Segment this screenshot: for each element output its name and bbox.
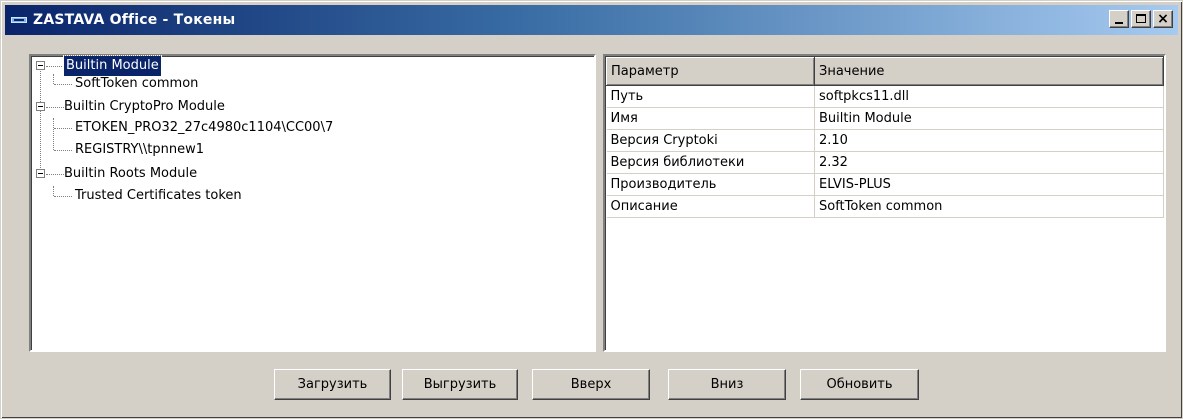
close-button[interactable]: ×	[1153, 10, 1173, 28]
tree-item-label: Builtin CryptoPro Module	[64, 99, 225, 114]
minimize-icon	[1115, 22, 1123, 24]
table-row[interactable]: Описание SoftToken common	[606, 195, 1164, 218]
param-cell: Описание	[606, 195, 815, 218]
tree-item-label: ETOKEN_PRO32_27c4980c1104\CC00\7	[75, 120, 334, 135]
param-cell: Имя	[606, 107, 815, 130]
window-title: ZASTAVA Office - Токены	[33, 12, 236, 28]
window-controls: ×	[1107, 10, 1173, 28]
collapse-icon[interactable]	[36, 169, 45, 178]
unload-button[interactable]: Выгрузить	[402, 369, 518, 400]
table-row[interactable]: Версия библиотеки 2.32	[606, 151, 1164, 174]
refresh-button[interactable]: Обновить	[800, 369, 919, 400]
token-tree[interactable]: Builtin Module SoftToken common Builtin …	[29, 54, 596, 352]
tree-item-label: Builtin Module	[63, 55, 162, 77]
table-row[interactable]: Путь softpkcs11.dll	[606, 85, 1164, 108]
param-cell: Путь	[606, 85, 815, 108]
param-cell: Производитель	[606, 173, 815, 196]
value-cell: 2.10	[814, 129, 1164, 152]
maximize-icon	[1136, 14, 1146, 23]
value-cell: ELVIS-PLUS	[814, 173, 1164, 196]
column-header-param[interactable]: Параметр	[606, 57, 815, 86]
properties-grid[interactable]: Параметр Значение Путь softpkcs11.dll Им…	[603, 54, 1166, 352]
minimize-button[interactable]	[1109, 10, 1129, 28]
maximize-button[interactable]	[1131, 10, 1151, 28]
tree-connector	[53, 186, 54, 196]
table-header-row: Параметр Значение	[606, 57, 1164, 86]
app-window: ZASTAVA Office - Токены × Builtin Module…	[0, 0, 1183, 419]
close-icon: ×	[1157, 11, 1169, 27]
properties-table: Параметр Значение Путь softpkcs11.dll Им…	[606, 57, 1164, 218]
value-cell: softpkcs11.dll	[814, 85, 1164, 108]
table-row[interactable]: Имя Builtin Module	[606, 107, 1164, 130]
column-header-value[interactable]: Значение	[814, 57, 1164, 86]
tree-item-label: Trusted Certificates token	[75, 188, 242, 203]
tree-item-label: SoftToken common	[75, 76, 199, 91]
move-down-button[interactable]: Вниз	[668, 369, 786, 400]
tree-connector	[53, 74, 54, 84]
move-up-button[interactable]: Вверх	[532, 369, 650, 400]
table-row[interactable]: Производитель ELVIS-PLUS	[606, 173, 1164, 196]
tree-item-label: Builtin Roots Module	[64, 166, 198, 181]
tree-connector	[40, 66, 41, 178]
title-bar[interactable]: ZASTAVA Office - Токены ×	[5, 5, 1178, 35]
value-cell: Builtin Module	[814, 107, 1164, 130]
tree-connector	[53, 118, 54, 150]
tree-item-label: REGISTRY\\tpnnew1	[75, 142, 204, 157]
app-icon	[11, 15, 27, 25]
table-row[interactable]: Версия Cryptoki 2.10	[606, 129, 1164, 152]
load-button[interactable]: Загрузить	[274, 369, 391, 400]
param-cell: Версия Cryptoki	[606, 129, 815, 152]
collapse-icon[interactable]	[36, 102, 45, 111]
value-cell: 2.32	[814, 151, 1164, 174]
param-cell: Версия библиотеки	[606, 151, 815, 174]
value-cell: SoftToken common	[814, 195, 1164, 218]
collapse-icon[interactable]	[36, 61, 45, 70]
